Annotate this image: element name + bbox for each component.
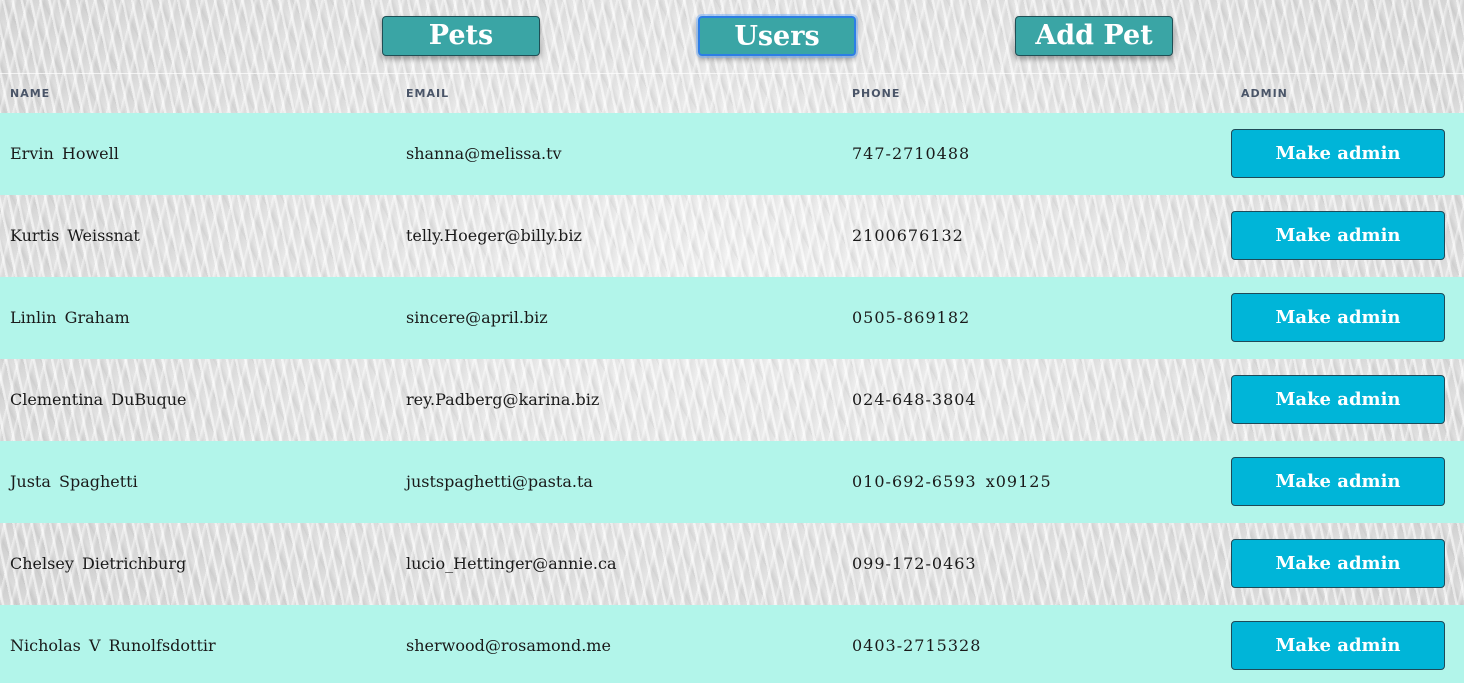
column-header-name: NAME — [10, 86, 51, 100]
column-header-phone: PHONE — [852, 86, 901, 100]
user-email-cell: justspaghetti@pasta.ta — [396, 440, 842, 523]
column-header-email: EMAIL — [406, 86, 450, 100]
pets-nav-button[interactable]: Pets — [382, 16, 540, 56]
user-email-cell: telly.Hoeger@billy.biz — [406, 226, 582, 245]
users-nav-button[interactable]: Users — [696, 14, 858, 58]
table-row: Clementina DuBuque rey.Padberg@karina.bi… — [0, 359, 1464, 441]
column-header-admin: ADMIN — [1241, 86, 1288, 100]
user-phone-cell: 099-172-0463 — [852, 554, 977, 573]
user-email-cell: sherwood@rosamond.me — [396, 604, 842, 683]
user-email-cell: lucio_Hettinger@annie.ca — [406, 554, 617, 573]
make-admin-button[interactable]: Make admin — [1231, 375, 1445, 424]
top-navigation: Pets Users Add Pet — [0, 0, 1464, 73]
user-name-cell: Linlin Graham — [0, 276, 396, 359]
user-phone-cell: 0403-2715328 — [842, 604, 1231, 683]
table-row: Kurtis Weissnat telly.Hoeger@billy.biz 2… — [0, 195, 1464, 277]
admin-cell: Make admin — [1231, 523, 1464, 605]
user-phone-cell: 747-2710488 — [842, 112, 1231, 195]
make-admin-button[interactable]: Make admin — [1231, 621, 1445, 670]
user-name-cell: Nicholas V Runolfsdottir — [0, 604, 396, 683]
admin-cell: Make admin — [1231, 195, 1464, 277]
users-table-header: NAME EMAIL PHONE ADMIN — [0, 74, 1464, 113]
table-row: Justa Spaghetti justspaghetti@pasta.ta 0… — [0, 440, 1464, 523]
users-table: NAME EMAIL PHONE ADMIN Ervin Howell shan… — [0, 73, 1464, 683]
user-name-cell: Justa Spaghetti — [0, 440, 396, 523]
make-admin-button[interactable]: Make admin — [1231, 539, 1445, 588]
add-pet-nav-button[interactable]: Add Pet — [1015, 16, 1173, 56]
table-row: Ervin Howell shanna@melissa.tv 747-27104… — [0, 112, 1464, 195]
users-table-body: Ervin Howell shanna@melissa.tv 747-27104… — [0, 112, 1464, 683]
table-row: Nicholas V Runolfsdottir sherwood@rosamo… — [0, 604, 1464, 683]
make-admin-button[interactable]: Make admin — [1231, 129, 1445, 178]
table-row: Linlin Graham sincere@april.biz 0505-869… — [0, 276, 1464, 359]
user-email-cell: shanna@melissa.tv — [396, 112, 842, 195]
user-name-cell: Kurtis Weissnat — [10, 226, 140, 245]
admin-cell: Make admin — [1231, 112, 1464, 195]
user-phone-cell: 0505-869182 — [842, 276, 1231, 359]
user-name-cell: Clementina DuBuque — [10, 390, 187, 409]
user-phone-cell: 010-692-6593 x09125 — [842, 440, 1231, 523]
user-name-cell: Chelsey Dietrichburg — [10, 554, 187, 573]
admin-cell: Make admin — [1231, 604, 1464, 683]
user-phone-cell: 024-648-3804 — [852, 390, 977, 409]
admin-cell: Make admin — [1231, 440, 1464, 523]
user-phone-cell: 2100676132 — [852, 226, 964, 245]
admin-cell: Make admin — [1231, 359, 1464, 441]
make-admin-button[interactable]: Make admin — [1231, 211, 1445, 260]
make-admin-button[interactable]: Make admin — [1231, 457, 1445, 506]
table-row: Chelsey Dietrichburg lucio_Hettinger@ann… — [0, 523, 1464, 605]
user-name-cell: Ervin Howell — [0, 112, 396, 195]
user-email-cell: sincere@april.biz — [396, 276, 842, 359]
admin-cell: Make admin — [1231, 276, 1464, 359]
header-row: NAME EMAIL PHONE ADMIN — [0, 74, 1464, 113]
make-admin-button[interactable]: Make admin — [1231, 293, 1445, 342]
user-email-cell: rey.Padberg@karina.biz — [406, 390, 600, 409]
